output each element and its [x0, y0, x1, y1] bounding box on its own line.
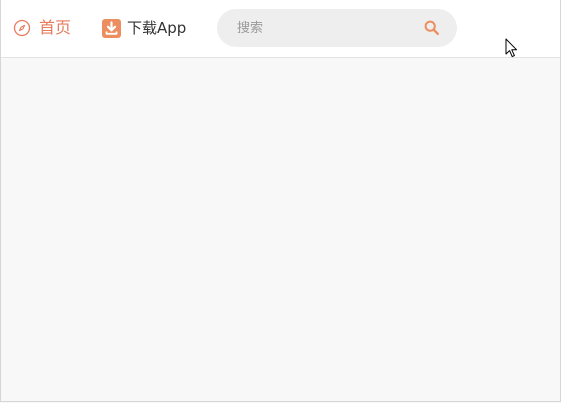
nav-download-app-label: 下载App	[127, 19, 187, 37]
search-input[interactable]	[237, 9, 417, 47]
nav-home-link[interactable]: 首页	[13, 17, 71, 39]
compass-icon	[13, 19, 31, 37]
nav-download-app-link[interactable]: 下载App	[102, 17, 186, 39]
main-content-area	[1, 58, 560, 401]
download-app-icon	[102, 18, 121, 38]
top-navbar: 首页 下载App	[1, 0, 560, 58]
browser-window: 首页 下载App	[0, 0, 561, 402]
search-icon[interactable]	[423, 19, 441, 37]
search-box	[217, 9, 457, 47]
nav-home-label: 首页	[39, 18, 72, 37]
